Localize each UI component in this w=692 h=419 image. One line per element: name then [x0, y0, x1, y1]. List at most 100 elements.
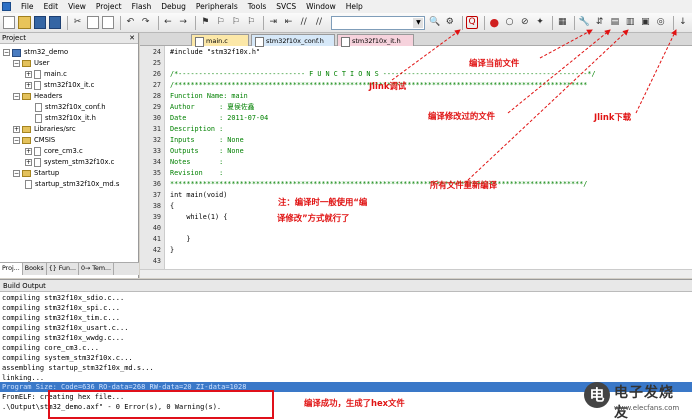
menu-view[interactable]: View [63, 0, 91, 13]
toolbar: ✂ ↶ ↷ ← → ⚑ ⚐ ⚐ ⚐ ⇥ ⇤ // // ▼ 🔍 ⚙ Q ● ○ … [0, 13, 692, 33]
menu-help[interactable]: Help [341, 0, 368, 13]
breakpoint-clear-icon[interactable]: ⊘ [519, 16, 531, 29]
annotation-rebuild-all: 所有文件重新编译 [430, 180, 497, 190]
paste-icon[interactable] [101, 16, 115, 29]
tree-item-system[interactable]: + system_stm32f10x.c [25, 157, 114, 168]
tab-main-c[interactable]: main.c [191, 34, 249, 47]
redo-icon[interactable]: ↷ [140, 16, 152, 29]
code-line: Outputs : None [170, 147, 244, 155]
new-file-icon[interactable] [3, 16, 16, 29]
menu-file[interactable]: File [16, 0, 39, 13]
toolbar-separator [195, 15, 197, 30]
horizontal-scrollbar[interactable] [140, 269, 692, 278]
build-modified-button[interactable]: ▤ [609, 16, 621, 29]
comment-icon[interactable]: // [298, 16, 310, 29]
nav-back-icon[interactable]: ← [162, 16, 174, 29]
code-line: int main(void) [170, 191, 228, 199]
code-editor: main.c stm32f10x_conf.h stm32f10x_it.h 2… [140, 33, 692, 278]
open-folder-icon[interactable] [18, 16, 31, 29]
config-icon[interactable]: 🔧 [578, 16, 590, 29]
breakpoint-disable-icon[interactable]: ○ [503, 16, 515, 29]
tab-project[interactable]: Proj... [0, 263, 23, 275]
menu-peripherals[interactable]: Peripherals [191, 0, 243, 13]
find-in-files-icon[interactable]: 🔍 [428, 16, 440, 29]
cut-icon[interactable]: ✂ [71, 16, 83, 29]
code-line: } [170, 235, 191, 243]
rebuild-all-button[interactable]: ▥ [624, 16, 636, 29]
tab-books[interactable]: Books [23, 263, 47, 275]
menu-project[interactable]: Project [91, 0, 127, 13]
tree-item-it-h[interactable]: stm32f10x_it.h [35, 113, 96, 124]
tab-functions[interactable]: {} Fun... [47, 263, 79, 275]
bookmark-prev-icon[interactable]: ⚐ [214, 16, 226, 29]
menu-debug[interactable]: Debug [156, 0, 191, 13]
tree-item-it-c[interactable]: + stm32f10x_it.c [25, 80, 94, 91]
line-number-gutter: 24 25 26 27 28 29 30 31 32 33 34 35 36 3… [140, 46, 165, 278]
logo-icon: 电 [584, 382, 610, 408]
tab-templates[interactable]: 0→ Tem... [79, 263, 115, 275]
chevron-down-icon[interactable]: ▼ [413, 17, 424, 28]
menu-svcs[interactable]: SVCS [271, 0, 301, 13]
breakpoint-icon[interactable]: ● [488, 16, 500, 29]
tree-item-libraries[interactable]: + Libraries/src [13, 124, 76, 135]
menu-edit[interactable]: Edit [39, 0, 64, 13]
tree-item-cmsis[interactable]: − CMSIS [13, 135, 55, 146]
collapse-icon[interactable]: − [13, 137, 20, 144]
tree-item-startup[interactable]: − Startup [13, 168, 59, 179]
copy-icon[interactable] [86, 16, 99, 29]
tab-conf-h[interactable]: stm32f10x_conf.h [251, 34, 335, 47]
expand-icon[interactable]: + [13, 126, 20, 133]
bookmark-icon[interactable]: ⚑ [199, 16, 211, 29]
code-line: Author : 夏侯佐鑫 [170, 103, 255, 111]
tree-item-project[interactable]: − stm32_demo [3, 47, 68, 58]
close-icon[interactable]: ✕ [129, 33, 135, 44]
jlink-debug-button[interactable]: Q [465, 16, 479, 29]
breakpoint-clear-all-icon[interactable]: ✦ [534, 16, 546, 29]
indent-icon[interactable]: ⇥ [267, 16, 279, 29]
batch-build-icon[interactable]: ▣ [639, 16, 651, 29]
tree-item-user[interactable]: − User [13, 58, 50, 69]
project-icon [12, 48, 21, 57]
window-layout-icon[interactable]: ▦ [556, 16, 568, 29]
compile-current-button[interactable]: ⇵ [594, 16, 606, 29]
unindent-icon[interactable]: ⇤ [282, 16, 294, 29]
menu-flash[interactable]: Flash [127, 0, 157, 13]
folder-icon [22, 170, 31, 177]
tree-item-label: stm32f10x_it.c [44, 81, 95, 89]
find-combo[interactable]: ▼ [331, 15, 426, 30]
bookmark-clear-icon[interactable]: ⚐ [245, 16, 257, 29]
collapse-icon[interactable]: − [13, 93, 20, 100]
uncomment-icon[interactable]: // [313, 16, 325, 29]
stop-build-icon[interactable]: ◎ [655, 16, 667, 29]
tree-item-startup-s[interactable]: startup_stm32f10x_md.s [25, 179, 119, 190]
undo-icon[interactable]: ↶ [124, 16, 136, 29]
save-all-icon[interactable] [49, 16, 62, 29]
menu-tools[interactable]: Tools [243, 0, 271, 13]
bookmark-next-icon[interactable]: ⚐ [230, 16, 242, 29]
tree-item-headers[interactable]: − Headers [13, 91, 62, 102]
tab-it-h[interactable]: stm32f10x_it.h [337, 34, 414, 47]
save-icon[interactable] [33, 16, 47, 29]
expand-icon[interactable]: + [25, 82, 32, 89]
menu-bar: File Edit View Project Flash Debug Perip… [0, 0, 692, 13]
annotation-compile-current: 编译当前文件 [469, 58, 520, 68]
annotation-jlink-debug: Jlink调试 [369, 81, 407, 91]
nav-forward-icon[interactable]: → [177, 16, 189, 29]
menu-window[interactable]: Window [301, 0, 341, 13]
expand-icon[interactable]: + [25, 159, 32, 166]
tree-item-core-cm3[interactable]: + core_cm3.c [25, 146, 83, 157]
expand-icon[interactable]: + [25, 71, 32, 78]
tree-item-label: stm32f10x_it.h [45, 114, 96, 122]
output-line: compiling stm32f10x_usart.c... [2, 324, 129, 332]
tree-item-conf-h[interactable]: stm32f10x_conf.h [35, 102, 106, 113]
collapse-icon[interactable]: − [13, 60, 20, 67]
incremental-find-icon[interactable]: ⚙ [444, 16, 456, 29]
jlink-download-button[interactable]: ↓ [677, 16, 689, 29]
file-icon [35, 103, 42, 112]
expand-icon[interactable]: + [25, 148, 32, 155]
tree-item-main-c[interactable]: + main.c [25, 69, 67, 80]
collapse-icon[interactable]: − [3, 49, 10, 56]
success-highlight-box [48, 390, 274, 419]
collapse-icon[interactable]: − [13, 170, 20, 177]
toolbar-separator [157, 15, 159, 30]
